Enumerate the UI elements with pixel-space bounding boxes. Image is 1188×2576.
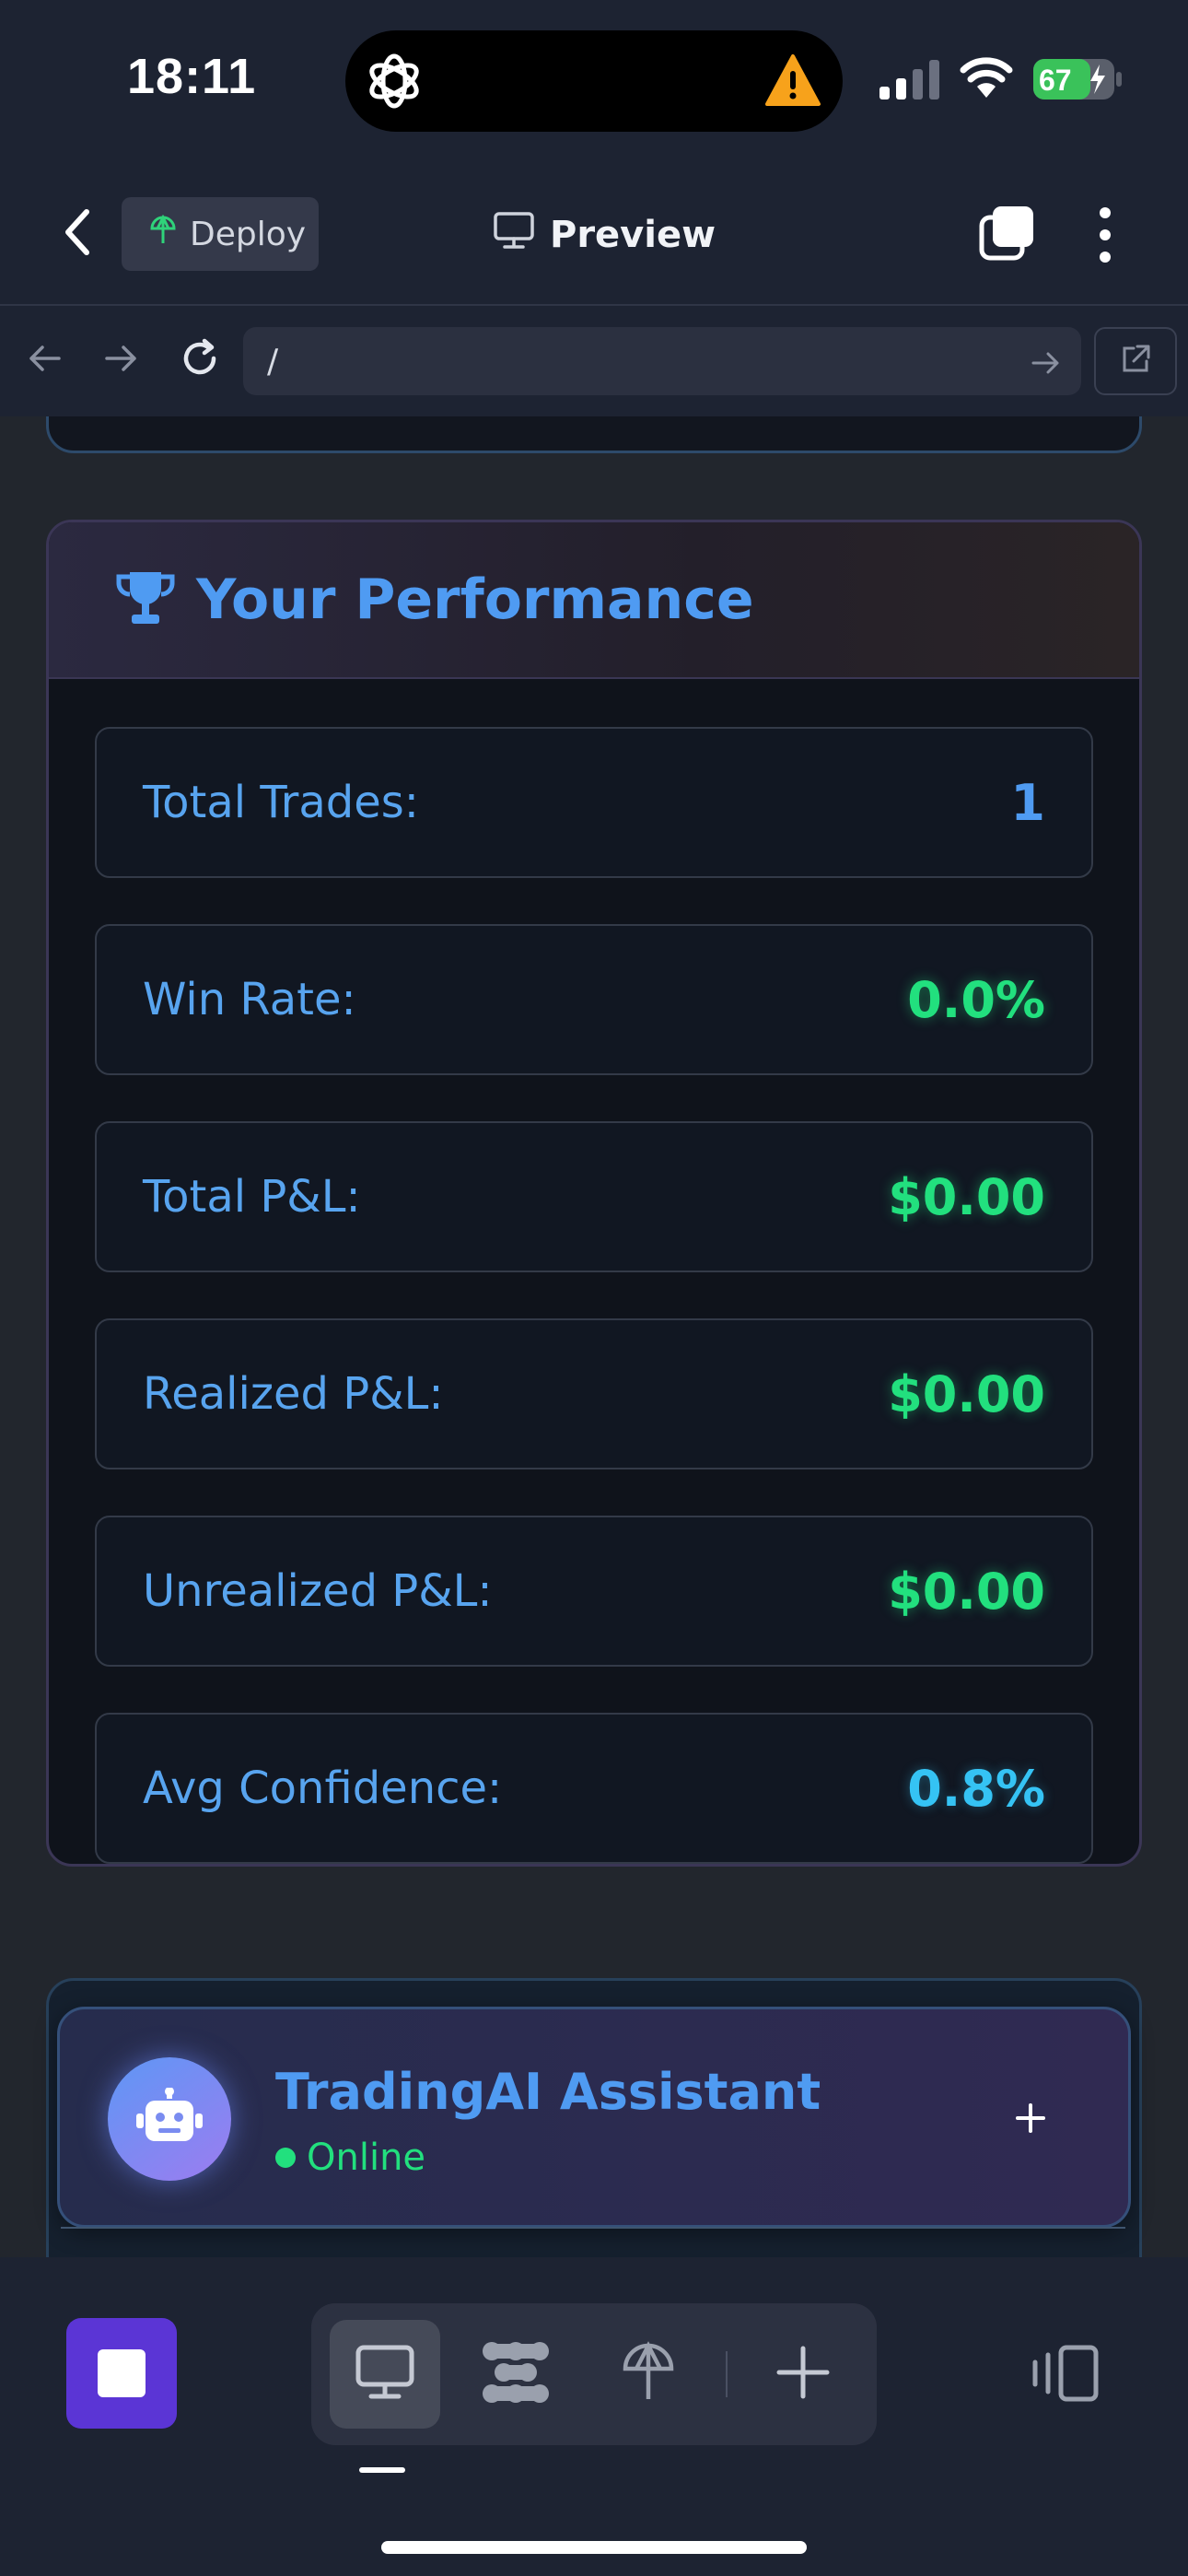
tool-add-button[interactable] [748, 2320, 858, 2429]
more-options-icon[interactable] [1087, 205, 1124, 265]
robot-icon [108, 2057, 231, 2181]
stat-value: $0.00 [888, 1364, 1045, 1423]
stat-label: Win Rate: [143, 974, 356, 1025]
go-arrow-icon[interactable] [1030, 346, 1063, 380]
stat-row-win-rate: Win Rate: 0.0% [95, 924, 1093, 1075]
toolbar-group [311, 2303, 877, 2445]
status-time: 18:11 [127, 49, 257, 104]
stat-row-avg-confidence: Avg Confidence: 0.8% [95, 1713, 1093, 1864]
stat-row-total-pnl: Total P&L: $0.00 [95, 1121, 1093, 1272]
battery-percent: 67 [1039, 64, 1072, 97]
stat-row-unrealized-pnl: Unrealized P&L: $0.00 [95, 1516, 1093, 1667]
openai-logo-icon [364, 51, 425, 111]
stat-value: 1 [1010, 773, 1045, 832]
assistant-status-label: Online [307, 2137, 426, 2179]
url-input[interactable]: / [243, 327, 1081, 395]
deploy-label: Deploy [190, 215, 307, 253]
divider [61, 2227, 1125, 2229]
assistant-header[interactable]: TradingAI Assistant Online [57, 2007, 1131, 2228]
warning-icon [764, 53, 821, 107]
monitor-icon [355, 2344, 415, 2405]
performance-header: Your Performance [49, 522, 1139, 679]
stat-value: $0.00 [888, 1562, 1045, 1621]
tool-preview-button[interactable] [330, 2320, 440, 2429]
stat-value: $0.00 [888, 1167, 1045, 1226]
reload-icon[interactable] [177, 335, 223, 381]
trophy-icon [113, 568, 178, 631]
nav-forward-icon[interactable] [101, 339, 140, 378]
stop-button[interactable] [66, 2318, 177, 2429]
external-link-icon [1119, 343, 1152, 380]
divider [0, 304, 1188, 306]
assistant-status: Online [275, 2137, 425, 2179]
open-external-button[interactable] [1094, 327, 1177, 395]
signal-icon [879, 59, 942, 100]
plus-icon [775, 2345, 831, 2404]
sidebar-toggle-icon[interactable] [1030, 2344, 1100, 2403]
webview: Your Performance Total Trades: 1 Win Rat… [0, 416, 1188, 2257]
stat-label: Total Trades: [143, 777, 419, 828]
deploy-icon [620, 2340, 677, 2408]
extensions-icon [481, 2340, 551, 2408]
plus-icon[interactable] [1003, 2090, 1058, 2146]
deploy-button[interactable]: Deploy [122, 197, 319, 271]
stat-value: 0.8% [907, 1759, 1045, 1818]
home-indicator [381, 2541, 807, 2554]
toolbar-separator [726, 2351, 728, 2397]
stat-label: Avg Confidence: [143, 1762, 503, 1814]
preview-title: Preview [493, 207, 716, 263]
assistant-name: TradingAI Assistant [275, 2063, 821, 2121]
stat-label: Realized P&L: [143, 1368, 444, 1420]
deploy-icon [149, 214, 177, 254]
wifi-icon [960, 53, 1013, 100]
active-tab-indicator [359, 2467, 405, 2473]
stat-row-realized-pnl: Realized P&L: $0.00 [95, 1318, 1093, 1469]
tool-extensions-button[interactable] [460, 2320, 571, 2429]
back-button[interactable] [55, 205, 101, 260]
stat-label: Total P&L: [143, 1171, 361, 1223]
stat-row-total-trades: Total Trades: 1 [95, 727, 1093, 878]
previous-card [46, 416, 1142, 453]
performance-title: Your Performance [196, 568, 754, 632]
online-dot-icon [275, 2148, 296, 2168]
nav-back-icon[interactable] [26, 339, 64, 378]
battery-charging-icon: 67 [1033, 59, 1125, 100]
tabs-button[interactable] [978, 205, 1035, 262]
monitor-icon [493, 211, 535, 259]
performance-card: Your Performance Total Trades: 1 Win Rat… [46, 520, 1142, 1867]
stop-icon [98, 2349, 146, 2397]
preview-label: Preview [550, 214, 716, 256]
stat-value: 0.0% [907, 970, 1045, 1029]
stat-label: Unrealized P&L: [143, 1565, 493, 1617]
tool-deploy-button[interactable] [593, 2320, 704, 2429]
